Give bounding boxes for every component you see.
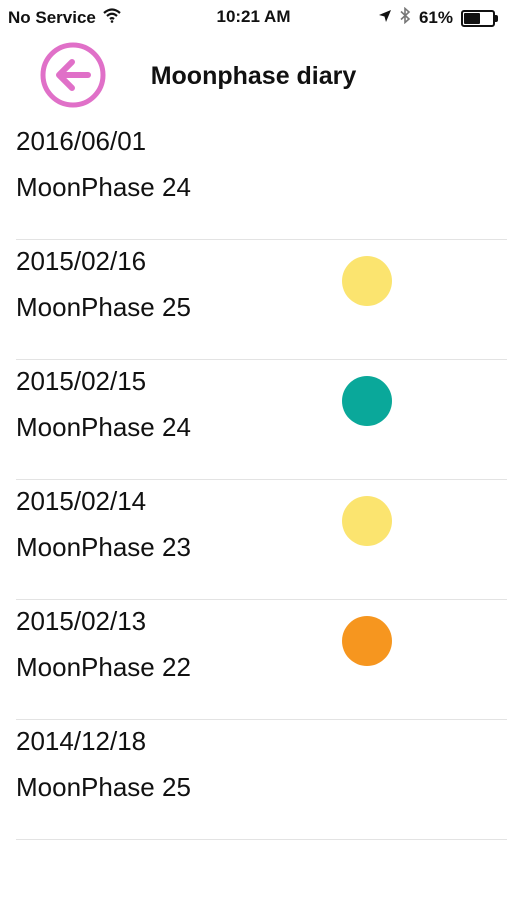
moon-phase-icon <box>261 620 297 669</box>
entry-moonphase: MoonPhase 23 <box>16 532 191 562</box>
moon-phase-icon <box>261 500 297 549</box>
moon-phase-icon <box>261 140 297 189</box>
moon-phase-icon <box>261 380 297 429</box>
mood-color-dot <box>342 376 392 426</box>
moon-phase-icon <box>261 260 297 309</box>
entry-date: 2016/06/01 <box>16 126 147 156</box>
entry-date: 2014/12/18 <box>16 726 147 756</box>
entry-moonphase: MoonPhase 24 <box>16 172 191 202</box>
battery-icon <box>461 9 498 27</box>
list-item[interactable]: 2015/02/15 MoonPhase 24 <box>16 360 507 480</box>
list-item[interactable]: 2016/06/01 MoonPhase 24 <box>16 120 507 240</box>
list-item[interactable]: 2015/02/14 MoonPhase 23 <box>16 480 507 600</box>
entry-moonphase: MoonPhase 22 <box>16 652 191 682</box>
battery-fill <box>464 12 480 24</box>
navigation-bar: Moonphase diary <box>0 34 507 120</box>
entry-moonphase: MoonPhase 25 <box>16 772 191 802</box>
entry-date: 2015/02/16 <box>16 246 147 276</box>
mood-color-dot <box>342 496 392 546</box>
diary-list: 2016/06/01 MoonPhase 24 2015/02/16 MoonPhas… <box>0 120 507 840</box>
location-arrow-icon <box>378 8 392 28</box>
list-item[interactable]: 2015/02/16 MoonPhase 25 <box>16 240 507 360</box>
battery-percent: 61% <box>418 8 453 27</box>
list-item[interactable]: 2015/02/13 MoonPhase 22 <box>16 600 507 720</box>
entry-date: 2015/02/13 <box>16 606 147 636</box>
page-title: Moonphase diary <box>150 62 357 90</box>
status-right: 61% <box>378 6 498 29</box>
mood-color-dot <box>342 616 392 666</box>
list-item[interactable]: 2014/12/18 MoonPhase 25 <box>16 720 507 840</box>
entry-date: 2015/02/15 <box>16 366 147 396</box>
entry-date: 2015/02/14 <box>16 486 147 516</box>
bluetooth-icon <box>400 6 411 29</box>
mood-color-dot <box>342 256 392 306</box>
entry-moonphase: MoonPhase 25 <box>16 292 191 322</box>
battery-nub <box>495 14 498 22</box>
entry-moonphase: MoonPhase 24 <box>16 412 191 442</box>
moon-phase-icon <box>261 740 297 789</box>
status-bar: No Service 10:21 AM 61% <box>0 0 507 34</box>
